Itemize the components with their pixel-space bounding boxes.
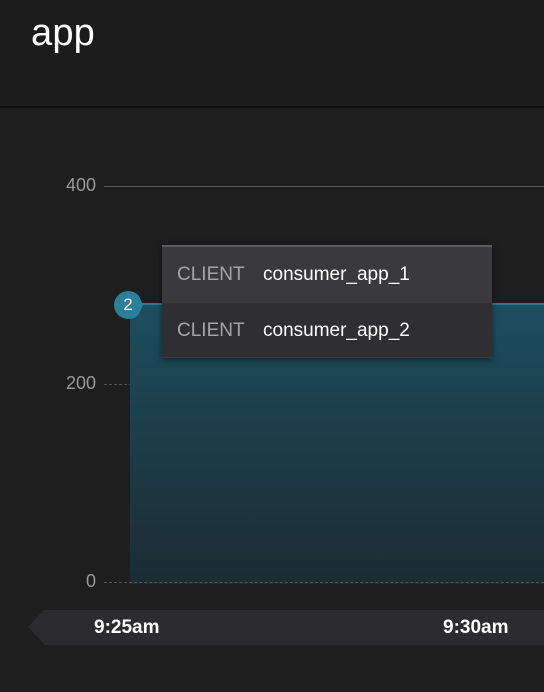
y-tick-label-200: 200	[65, 373, 96, 393]
gridline-0	[104, 582, 544, 583]
marker-label: 2	[123, 295, 133, 314]
timeline-back-arrow-icon[interactable]	[28, 610, 44, 644]
header-bar: app	[0, 0, 544, 108]
tooltip-key: CLIENT	[177, 320, 245, 341]
series-marker[interactable]: 2	[112, 289, 144, 321]
hover-tooltip: CLIENT consumer_app_1 CLIENT consumer_ap…	[162, 245, 492, 358]
tooltip-value: consumer_app_1	[263, 264, 410, 285]
page-title: app	[31, 12, 96, 54]
gridline-400	[104, 186, 544, 187]
tooltip-key: CLIENT	[177, 264, 245, 285]
tooltip-row[interactable]: CLIENT consumer_app_2	[162, 303, 492, 357]
y-tick-label-0: 0	[85, 571, 96, 591]
tooltip-row[interactable]: CLIENT consumer_app_1	[162, 247, 492, 301]
tooltip-value: consumer_app_2	[263, 320, 410, 341]
x-tick-label: 9:30am	[443, 617, 509, 638]
x-tick-label: 9:25am	[94, 617, 160, 638]
y-tick-label-400: 400	[65, 175, 96, 195]
